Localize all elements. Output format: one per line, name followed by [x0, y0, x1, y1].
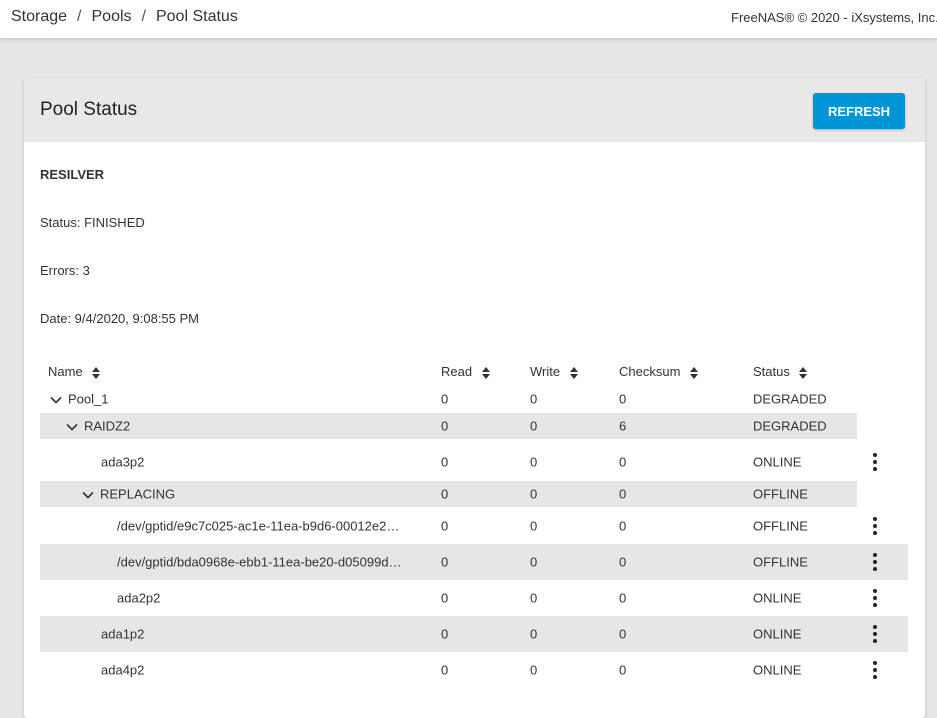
row-name: ada3p2	[101, 454, 145, 470]
row-write: 0	[530, 554, 538, 570]
row-read: 0	[441, 590, 449, 606]
scan-heading: RESILVER	[40, 167, 105, 182]
row-name: /dev/gptid/bda0968e-ebb1-11ea-be20-d0509…	[117, 554, 402, 570]
table-row-disk: ada3p2 0 0 0 ONLINE	[40, 444, 908, 480]
sort-icon	[481, 366, 490, 379]
row-status: ONLINE	[753, 454, 802, 470]
top-bar: Storage / Pools / Pool Status FreeNAS® © 202…	[0, 0, 937, 39]
chevron-down-icon[interactable]	[50, 396, 62, 404]
breadcrumb-separator: /	[77, 8, 82, 25]
sort-icon	[690, 366, 699, 379]
row-read: 0	[441, 454, 449, 470]
breadcrumb-separator: /	[141, 8, 146, 25]
column-header-read-label: Read	[441, 364, 473, 379]
row-checksum: 0	[619, 454, 627, 470]
chevron-down-icon[interactable]	[82, 491, 94, 499]
row-name: ada4p2	[101, 662, 145, 678]
row-status: ONLINE	[753, 662, 802, 678]
row-checksum: 6	[619, 418, 627, 434]
refresh-button[interactable]: REFRESH	[813, 93, 905, 129]
column-header-status[interactable]: Status	[753, 364, 808, 379]
row-name: ada2p2	[117, 590, 161, 606]
row-checksum: 0	[619, 486, 627, 502]
row-checksum: 0	[619, 554, 627, 570]
row-read: 0	[441, 626, 449, 642]
breadcrumb-pools[interactable]: Pools	[92, 8, 132, 25]
row-status: OFFLINE	[753, 554, 808, 570]
more-vert-icon[interactable]	[869, 452, 881, 472]
row-name: ada1p2	[101, 626, 145, 642]
sort-icon	[799, 366, 808, 379]
column-header-write-label: Write	[530, 364, 561, 379]
column-header-read[interactable]: Read	[441, 364, 490, 379]
row-name-label: Pool_1	[68, 391, 109, 407]
row-write: 0	[530, 626, 538, 642]
table-row-pool: Pool_1 0 0 0 DEGRADED	[40, 386, 857, 412]
row-name: RAIDZ2	[66, 419, 130, 434]
row-name: Pool_1	[50, 392, 108, 407]
pool-status-card: Pool Status REFRESH RESILVER Status: FIN…	[24, 78, 925, 718]
table-row-disk: ada4p2 0 0 0 ONLINE	[40, 652, 908, 688]
row-read: 0	[441, 662, 449, 678]
scan-date: Date: 9/4/2020, 9:08:55 PM	[40, 311, 199, 326]
column-header-write[interactable]: Write	[530, 364, 578, 379]
row-read: 0	[441, 418, 449, 434]
row-name-label: RAIDZ2	[84, 418, 131, 434]
row-write: 0	[530, 518, 538, 534]
breadcrumb-storage[interactable]: Storage	[11, 8, 67, 25]
column-header-name[interactable]: Name	[48, 364, 101, 379]
row-status: DEGRADED	[753, 418, 827, 434]
chevron-down-icon[interactable]	[66, 423, 78, 431]
row-write: 0	[530, 418, 538, 434]
row-read: 0	[441, 518, 449, 534]
row-write: 0	[530, 454, 538, 470]
row-checksum: 0	[619, 518, 627, 534]
more-vert-icon[interactable]	[869, 588, 881, 608]
more-vert-icon[interactable]	[869, 624, 881, 644]
row-checksum: 0	[619, 662, 627, 678]
card-header: Pool Status REFRESH	[24, 78, 925, 142]
row-read: 0	[441, 391, 449, 407]
row-read: 0	[441, 486, 449, 502]
column-header-checksum-label: Checksum	[619, 364, 681, 379]
row-name-label: REPLACING	[100, 486, 176, 502]
row-status: ONLINE	[753, 590, 802, 606]
sort-icon	[569, 366, 578, 379]
row-status: OFFLINE	[753, 486, 808, 502]
column-header-status-label: Status	[753, 364, 790, 379]
column-header-checksum[interactable]: Checksum	[619, 364, 699, 379]
row-checksum: 0	[619, 391, 627, 407]
page-title: Pool Status	[40, 99, 138, 120]
scan-errors: Errors: 3	[40, 263, 90, 278]
copyright-text: FreeNAS® © 2020 - iXsystems, Inc.	[731, 10, 937, 25]
row-write: 0	[530, 391, 538, 407]
row-status: ONLINE	[753, 626, 802, 642]
sort-icon	[92, 366, 101, 379]
row-checksum: 0	[619, 590, 627, 606]
row-write: 0	[530, 590, 538, 606]
row-checksum: 0	[619, 626, 627, 642]
row-status: DEGRADED	[753, 391, 827, 407]
table-row-disk: /dev/gptid/bda0968e-ebb1-11ea-be20-d0509…	[40, 544, 908, 580]
row-name: /dev/gptid/e9c7c025-ac1e-11ea-b9d6-00012…	[117, 518, 400, 534]
more-vert-icon[interactable]	[869, 552, 881, 572]
more-vert-icon[interactable]	[869, 660, 881, 680]
scan-status: Status: FINISHED	[40, 215, 145, 230]
row-name: REPLACING	[82, 487, 175, 502]
table-row-disk: ada2p2 0 0 0 ONLINE	[40, 580, 908, 616]
breadcrumb: Storage / Pools / Pool Status	[11, 8, 238, 26]
breadcrumb-pool-status: Pool Status	[155, 8, 238, 25]
table-row-vdev: RAIDZ2 0 0 6 DEGRADED	[40, 413, 857, 439]
row-read: 0	[441, 554, 449, 570]
table-row-disk: ada1p2 0 0 0 ONLINE	[40, 616, 908, 652]
table-row-vdev: REPLACING 0 0 0 OFFLINE	[40, 481, 857, 507]
row-status: OFFLINE	[753, 518, 808, 534]
row-write: 0	[530, 486, 538, 502]
row-write: 0	[530, 662, 538, 678]
more-vert-icon[interactable]	[869, 516, 881, 536]
column-header-name-label: Name	[48, 364, 83, 379]
table-row-disk: /dev/gptid/e9c7c025-ac1e-11ea-b9d6-00012…	[40, 508, 908, 544]
